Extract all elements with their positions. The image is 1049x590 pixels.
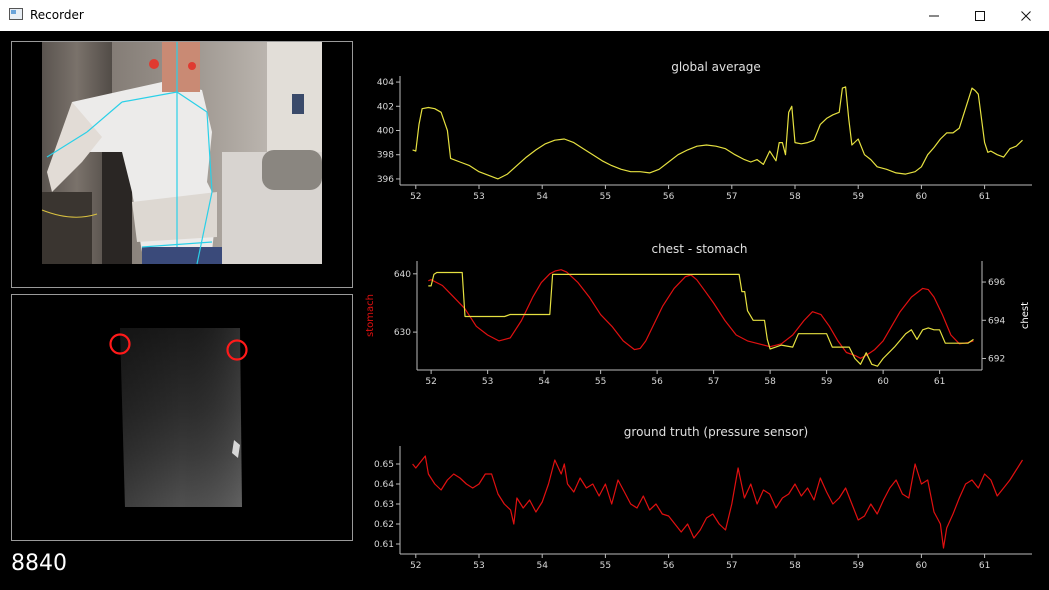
ground-truth-chart-x-tick-label: 54 (536, 561, 548, 571)
global-average-chart-x-tick-label: 60 (916, 192, 928, 202)
ground-truth-chart-y-tick-label: 0.65 (374, 460, 394, 470)
chest-stomach-chart-x-tick-label: 60 (877, 377, 889, 387)
ground-truth-chart-title: ground truth (pressure sensor) (624, 425, 808, 439)
chest-stomach-chart-x-tick-label: 59 (821, 377, 833, 387)
rgb-camera-view (11, 41, 353, 288)
global-average-chart-series-line (412, 86, 1023, 180)
chest-stomach-chart-x-tick-label: 53 (482, 377, 493, 387)
frame-counter: 8840 (11, 551, 67, 576)
global-average-chart-y-tick-label: 402 (377, 102, 394, 112)
chest-stomach-chart-y-label: stomach (365, 294, 376, 337)
client-area: 8840 global average 52 53 54 55 56 57 58 59 60 61 3… (0, 31, 1049, 590)
global-average-chart-x-tick-label: 56 (663, 192, 675, 202)
chest-stomach-chart-y2-label: chest (1020, 302, 1031, 329)
chest-stomach-chart-y2-tick-label: 694 (988, 316, 1005, 326)
ground-truth-chart-x-tick-label: 52 (410, 561, 421, 571)
chest-stomach-chart-x-tick-label: 52 (425, 377, 436, 387)
rgb-camera-image (41, 42, 322, 265)
global-average-chart-x-tick-label: 57 (726, 192, 737, 202)
chest-stomach-chart-series-chest (428, 271, 974, 367)
global-average-chart-y-tick-label: 396 (377, 175, 394, 185)
title-bar: Recorder (0, 0, 1049, 32)
window-title: Recorder (30, 8, 84, 22)
ground-truth-chart-y-tick-label: 0.62 (374, 520, 394, 530)
ground-truth-chart-y-tick-label: 0.61 (374, 540, 394, 550)
minimize-button[interactable] (911, 0, 957, 31)
global-average-chart-x-tick-label: 59 (852, 192, 864, 202)
chest-stomach-chart-y2-tick-label: 692 (988, 355, 1005, 365)
global-average-chart-x-tick-label: 55 (600, 192, 611, 202)
global-average-chart-y-tick-label: 398 (377, 151, 394, 161)
chest-stomach-chart-x-tick-label: 58 (764, 377, 776, 387)
depth-camera-view (11, 294, 353, 541)
ground-truth-chart-series-line (412, 455, 1024, 549)
global-average-chart-y-tick-label: 400 (377, 127, 394, 137)
maximize-icon (975, 10, 985, 21)
maximize-button[interactable] (957, 0, 1003, 31)
landmark-right-ear (188, 62, 196, 70)
landmark-left-ear (149, 59, 159, 69)
global-average-chart-x-tick-label: 61 (979, 192, 990, 202)
ground-truth-chart-x-tick-label: 56 (663, 561, 675, 571)
charts-area: global average 52 53 54 55 56 57 58 59 60 61 396 398… (365, 60, 1032, 571)
chest-stomach-chart-x-tick-label: 57 (708, 377, 719, 387)
ground-truth-chart-x-tick-label: 59 (852, 561, 864, 571)
global-average-chart-x-tick-label: 58 (789, 192, 801, 202)
ground-truth-chart-x-tick-label: 55 (600, 561, 611, 571)
ground-truth-chart-x-tick-label: 60 (916, 561, 928, 571)
close-button[interactable] (1003, 0, 1049, 31)
global-average-chart-x-tick-label: 52 (410, 192, 421, 202)
ground-truth-chart-x-tick-label: 57 (726, 561, 737, 571)
chest-stomach-chart-y-tick-label: 640 (394, 270, 411, 280)
chest-stomach-chart-x-tick-label: 54 (538, 377, 550, 387)
chest-stomach-chart-title: chest - stomach (651, 242, 747, 256)
wall-poster (292, 94, 304, 114)
depth-image (109, 328, 248, 507)
global-average-chart-y-tick-label: 404 (377, 78, 394, 88)
ground-truth-chart-x-tick-label: 53 (473, 561, 484, 571)
chest-stomach-chart-y-tick-label: 630 (394, 328, 411, 338)
ground-truth-chart-y-tick-label: 0.64 (374, 480, 394, 490)
ground-truth-chart-x-tick-label: 61 (979, 561, 990, 571)
ground-truth-chart-x-tick-label: 58 (789, 561, 801, 571)
chest-stomach-chart-x-tick-label: 55 (595, 377, 606, 387)
chest-stomach-chart-x-tick-label: 61 (934, 377, 945, 387)
global-average-chart-title: global average (671, 60, 761, 74)
chest-stomach-chart-x-tick-label: 56 (651, 377, 663, 387)
global-average-chart-x-tick-label: 53 (473, 192, 484, 202)
app-window-icon (9, 8, 23, 20)
ground-truth-chart-y-tick-label: 0.63 (374, 500, 394, 510)
chest-stomach-chart-y2-tick-label: 696 (988, 278, 1005, 288)
close-icon (1021, 10, 1031, 21)
global-average-chart-x-tick-label: 54 (536, 192, 548, 202)
minimize-icon (929, 15, 939, 16)
